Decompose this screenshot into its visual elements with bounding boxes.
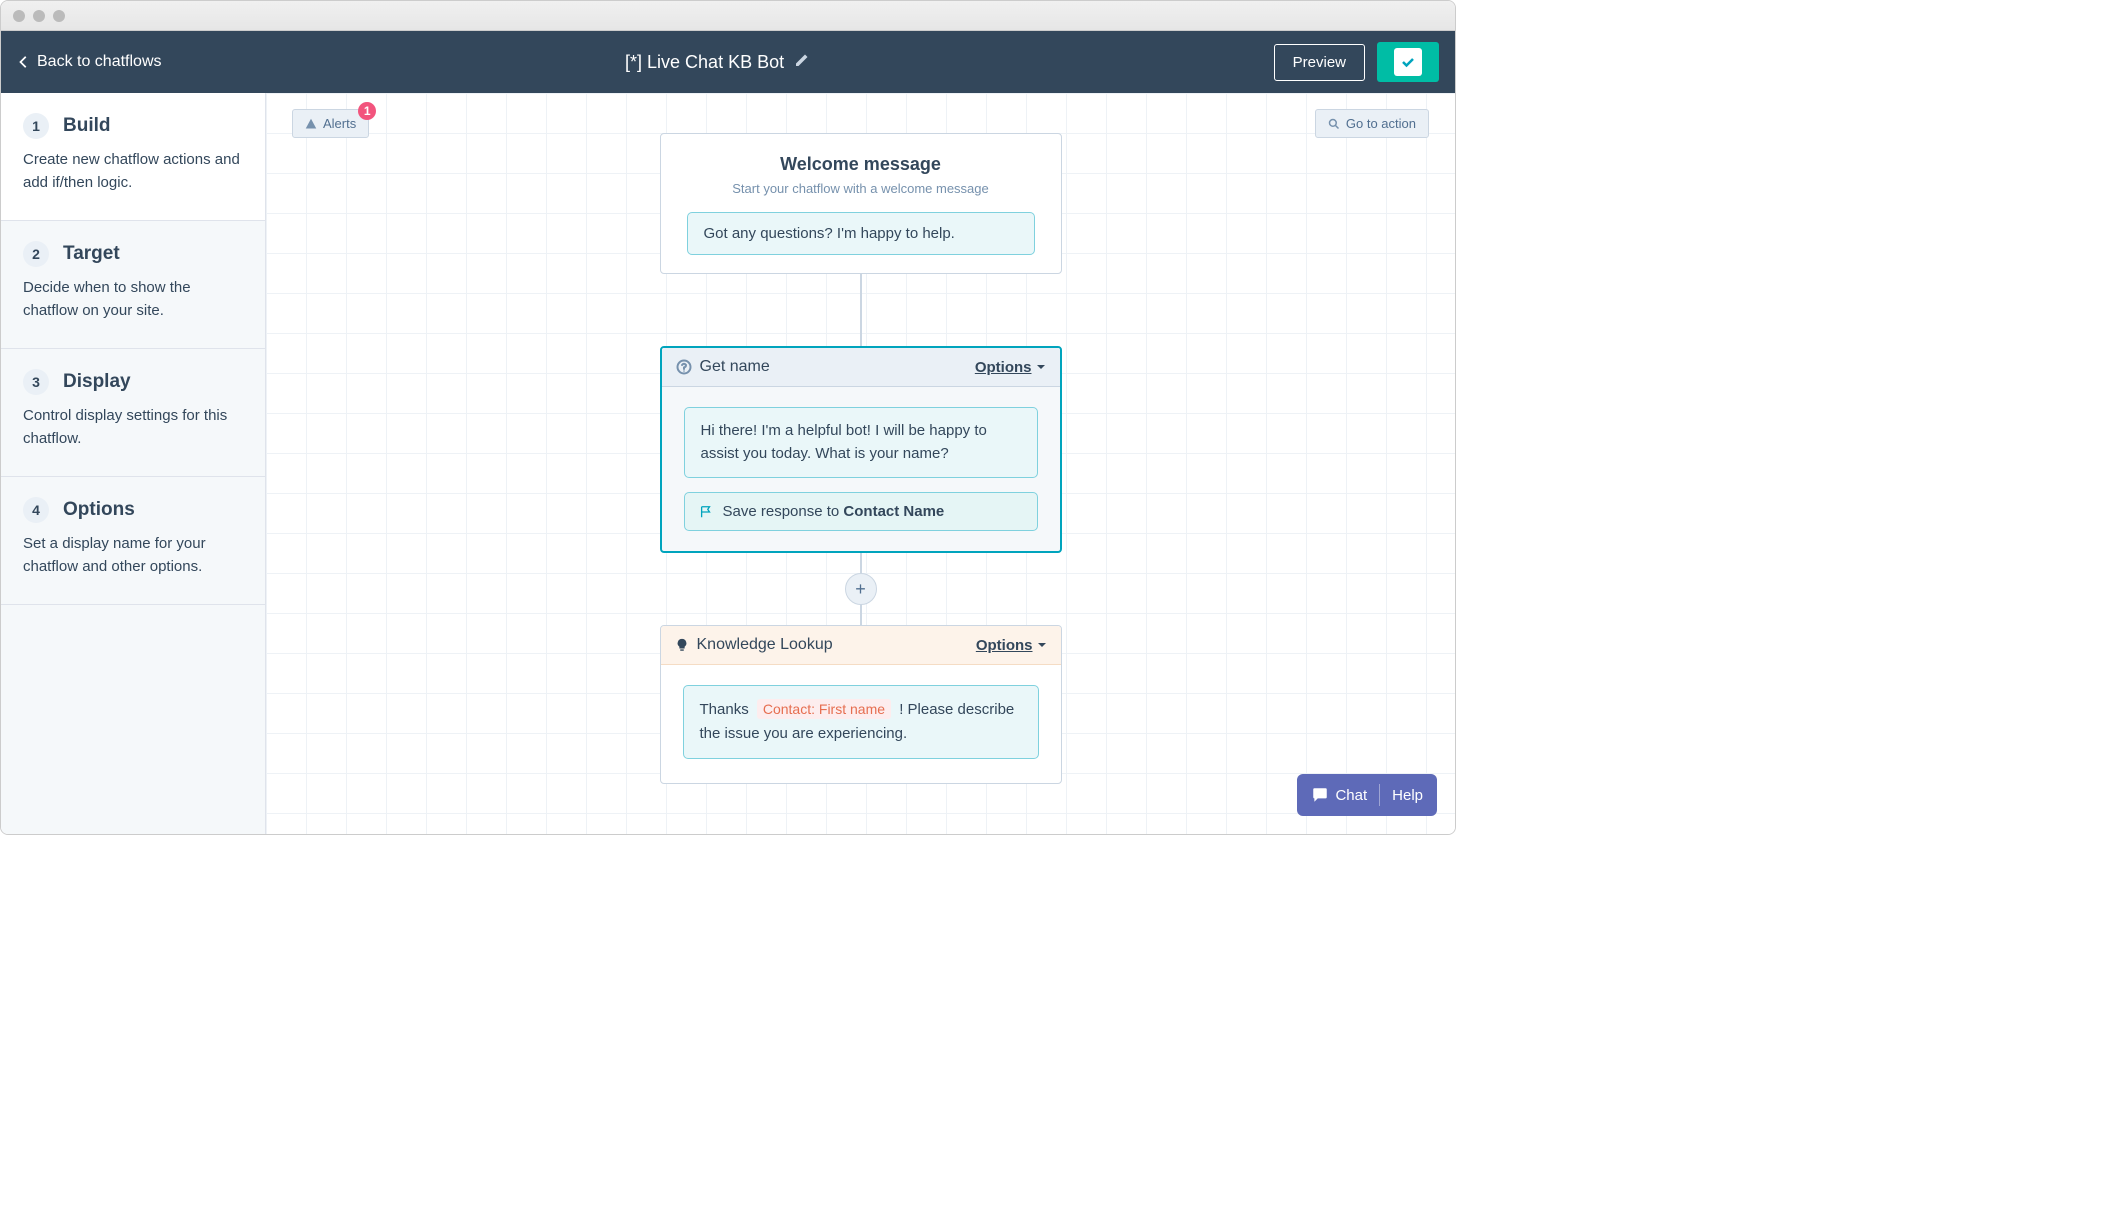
welcome-message-card[interactable]: Welcome message Start your chatflow with… [660,133,1062,274]
chat-icon [1311,786,1329,804]
back-to-chatflows-link[interactable]: Back to chatflows [17,53,162,71]
alerts-label: Alerts [323,116,356,131]
sidebar-step-build[interactable]: 1 Build Create new chatflow actions and … [1,93,265,221]
sidebar-step-display[interactable]: 3 Display Control display settings for t… [1,349,265,477]
page-title: [*] Live Chat KB Bot [625,52,784,73]
lightbulb-icon [675,638,689,652]
alerts-button[interactable]: Alerts 1 [292,109,369,138]
edit-title-button[interactable] [794,52,810,73]
step-title: Build [63,115,111,137]
step-number: 2 [23,241,49,267]
flow-canvas[interactable]: Alerts 1 Go to action Welcome message St… [266,93,1455,834]
sidebar: 1 Build Create new chatflow actions and … [1,93,266,834]
options-dropdown[interactable]: Options [976,637,1047,654]
help-widget: Chat Help [1297,774,1437,816]
step-title: Options [63,499,135,521]
step-desc: Decide when to show the chatflow on your… [23,277,243,322]
search-icon [1328,118,1340,130]
question-icon [676,359,692,375]
action-message-bubble: Hi there! I'm a helpful bot! I will be h… [684,407,1038,478]
chevron-left-icon [17,55,31,69]
app-header: Back to chatflows [*] Live Chat KB Bot P… [1,31,1455,93]
step-title: Target [63,243,120,265]
confirm-button[interactable] [1377,42,1439,82]
alerts-count-badge: 1 [358,102,376,120]
traffic-light-zoom[interactable] [53,10,65,22]
step-number: 1 [23,113,49,139]
chat-button[interactable]: Chat [1311,786,1367,804]
flag-icon [699,505,713,519]
welcome-message-bubble: Got any questions? I'm happy to help. [687,212,1035,255]
step-desc: Create new chatflow actions and add if/t… [23,149,243,194]
warning-icon [305,118,317,130]
step-number: 4 [23,497,49,523]
contact-token: Contact: First name [757,699,891,719]
help-button[interactable]: Help [1392,787,1423,804]
traffic-light-close[interactable] [13,10,25,22]
get-name-card[interactable]: Get name Options Hi there! I'm a helpful… [660,346,1062,553]
save-target: Contact Name [843,503,944,520]
sidebar-step-target[interactable]: 2 Target Decide when to show the chatflo… [1,221,265,349]
knowledge-message-bubble: Thanks Contact: First name ! Please desc… [683,685,1039,759]
goto-action-button[interactable]: Go to action [1315,109,1429,138]
step-number: 3 [23,369,49,395]
pencil-icon [794,52,810,68]
knowledge-lookup-card[interactable]: Knowledge Lookup Options Thanks Contact:… [660,625,1062,784]
step-desc: Control display settings for this chatfl… [23,405,243,450]
action-title: Knowledge Lookup [697,636,833,654]
action-title: Get name [700,358,770,376]
welcome-title: Welcome message [677,154,1045,175]
step-title: Display [63,371,131,393]
traffic-light-minimize[interactable] [33,10,45,22]
preview-button[interactable]: Preview [1274,44,1365,81]
check-icon [1400,54,1416,70]
add-action-button[interactable]: + [845,573,877,605]
sidebar-step-options[interactable]: 4 Options Set a display name for your ch… [1,477,265,605]
back-label: Back to chatflows [37,53,162,71]
options-dropdown[interactable]: Options [975,359,1046,376]
connector-line [860,274,862,346]
goto-label: Go to action [1346,116,1416,131]
caret-down-icon [1036,362,1046,372]
caret-down-icon [1037,640,1047,650]
save-response-row: Save response to Contact Name [684,492,1038,531]
window-titlebar [1,1,1455,31]
welcome-subtitle: Start your chatflow with a welcome messa… [677,181,1045,196]
step-desc: Set a display name for your chatflow and… [23,533,243,578]
